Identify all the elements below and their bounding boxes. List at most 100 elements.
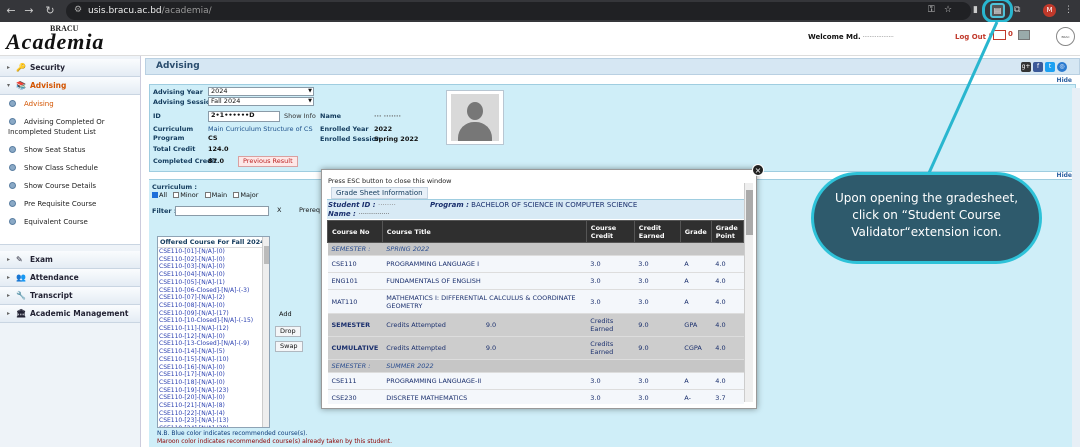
course-option[interactable]: CSE110-[13-Closed]-[N/A]-(-9) xyxy=(158,340,269,348)
sidebar-section-attendance[interactable]: ▸ 👥 Attendance xyxy=(0,269,140,287)
credits-attempted-value: 9.0 xyxy=(485,321,497,329)
course-option[interactable]: CSE110-[19]-[N/A]-(23) xyxy=(158,387,269,395)
advising-year-select[interactable]: 2024 ▼ xyxy=(208,87,314,96)
hide-link-2[interactable]: Hide xyxy=(1057,172,1072,179)
sidebar-item-class-schedule[interactable]: Show Class Schedule xyxy=(0,159,140,177)
show-info-link[interactable]: Show Info xyxy=(284,112,316,120)
add-button[interactable]: Add xyxy=(275,310,296,321)
facebook-icon[interactable]: f xyxy=(1033,62,1043,72)
site-info-icon[interactable]: ⚙ xyxy=(74,5,82,15)
reload-icon[interactable]: ↻ xyxy=(43,4,57,18)
grade-sheet-tab[interactable]: Grade Sheet Information xyxy=(331,187,428,199)
grade-sheet-table: Course No Course Title Course Credit Cre… xyxy=(327,220,744,404)
course-option[interactable]: CSE110-[17]-[N/A]-(0) xyxy=(158,371,269,379)
address-bar[interactable]: ⚙ usis.bracu.ac.bd/academia/ xyxy=(66,2,971,20)
extension-icon[interactable]: ▮ xyxy=(973,5,978,15)
back-icon[interactable]: ← xyxy=(4,4,18,18)
swap-button[interactable]: Swap xyxy=(275,341,303,352)
course-option[interactable]: CSE110-[08]-[N/A]-(0) xyxy=(158,302,269,310)
download-icon[interactable] xyxy=(1018,30,1030,40)
summary-type: CUMULATIVE xyxy=(327,336,383,360)
chevron-down-icon: ▾ xyxy=(7,82,11,89)
sidebar-item-equivalent[interactable]: Equivalent Course xyxy=(0,213,140,231)
page-title: Advising xyxy=(156,61,200,71)
course-option[interactable]: CSE110-[07]-[N/A]-(2) xyxy=(158,294,269,302)
kebab-menu-icon[interactable]: ⋮ xyxy=(1064,5,1073,15)
filter-input[interactable] xyxy=(175,206,269,216)
course-option[interactable]: CSE110-[02]-[N/A]-(0) xyxy=(158,256,269,264)
sidebar-section-security[interactable]: ▸ 🔑 Security xyxy=(0,59,140,77)
sidebar-item-advising-completed[interactable]: Advising Completed Or Incompleted Studen… xyxy=(0,113,140,141)
social-links: g+ f t ◎ xyxy=(1019,62,1067,72)
forward-icon[interactable]: → xyxy=(22,4,36,18)
course-option[interactable]: CSE110-[11]-[N/A]-(12) xyxy=(158,325,269,333)
close-icon[interactable]: × xyxy=(752,164,764,176)
previous-result-button[interactable]: Previous Result xyxy=(238,156,298,167)
major-checkbox[interactable] xyxy=(233,192,240,198)
sidebar-item-seat-status[interactable]: Show Seat Status xyxy=(0,141,140,159)
course-option[interactable]: CSE110-[23]-[N/A]-(13) xyxy=(158,417,269,425)
password-key-icon[interactable]: ⚿ xyxy=(928,5,935,15)
welcome-text: Welcome Md. ·················· xyxy=(808,33,894,41)
course-option[interactable]: CSE110-[20]-[N/A]-(0) xyxy=(158,394,269,402)
course-option[interactable]: CSE110-[22]-[N/A]-(4) xyxy=(158,410,269,418)
sidebar-section-transcript[interactable]: ▸ 🔧 Transcript xyxy=(0,287,140,305)
course-option[interactable]: CSE110-[04]-[N/A]-(0) xyxy=(158,271,269,279)
course-option[interactable]: CSE110-[14]-[N/A]-(5) xyxy=(158,348,269,356)
course-option[interactable]: CSE110-[24]-[N/A]-(38) xyxy=(158,425,269,427)
bookmark-star-icon[interactable]: ☆ xyxy=(944,5,952,15)
popup-scrollbar[interactable] xyxy=(744,183,753,402)
course-option[interactable]: CSE110-[03]-[N/A]-(0) xyxy=(158,263,269,271)
offered-course-list[interactable]: Offered Course For Fall 2024 CSE110-[01]… xyxy=(157,236,270,428)
chevron-right-icon: ▸ xyxy=(7,310,11,317)
sidebar-item-advising[interactable]: Advising xyxy=(0,95,140,113)
mail-icon[interactable] xyxy=(993,30,1006,40)
prereq-button[interactable]: Prereq xyxy=(295,206,324,217)
all-checkbox[interactable] xyxy=(152,192,158,198)
credit-earned: 3.0 xyxy=(634,372,681,390)
globe-icon[interactable]: ◎ xyxy=(1057,62,1067,72)
course-option[interactable]: CSE110-[21]-[N/A]-(8) xyxy=(158,402,269,410)
main-checkbox[interactable] xyxy=(204,192,211,198)
clear-filter-button[interactable]: X xyxy=(273,206,285,217)
sidebar-section-advising[interactable]: ▾ 📚 Advising xyxy=(0,77,140,95)
course-option[interactable]: CSE110-[10-Closed]-[N/A]-(-15) xyxy=(158,317,269,325)
gpa-value: 4.0 xyxy=(711,313,744,337)
course-option[interactable]: CSE110-[01]-[N/A]-(0) xyxy=(158,248,269,256)
sidebar-section-exam[interactable]: ▸ ✎ Exam xyxy=(0,251,140,269)
program-info: Program : BACHELOR OF SCIENCE IN COMPUTE… xyxy=(430,201,638,209)
sidebar-section-academic-management[interactable]: ▸ 🏛 Academic Management xyxy=(0,305,140,323)
credits-earned-label: Credits Earned xyxy=(586,336,635,360)
google-plus-icon[interactable]: g+ xyxy=(1021,62,1031,72)
id-input[interactable]: 2•1••••••D xyxy=(208,111,280,122)
minor-checkbox[interactable] xyxy=(173,192,180,198)
books-icon: 📚 xyxy=(16,81,26,90)
academia-logo[interactable]: BRACU Academia xyxy=(6,24,148,54)
course-option[interactable]: CSE110-[18]-[N/A]-(0) xyxy=(158,379,269,387)
course-no: ENG101 xyxy=(327,272,383,290)
hide-link[interactable]: Hide xyxy=(1057,77,1072,84)
sidebar-item-course-details[interactable]: Show Course Details xyxy=(0,177,140,195)
profile-avatar[interactable]: M xyxy=(1043,4,1056,17)
sidebar-item-prerequisite[interactable]: Pre Requisite Course xyxy=(0,195,140,213)
tools-icon: 🔧 xyxy=(16,291,26,300)
course-option[interactable]: CSE110-[09]-[N/A]-(17) xyxy=(158,310,269,318)
university-seal-icon: BRAC xyxy=(1056,27,1075,46)
course-list-scrollbar[interactable] xyxy=(262,237,269,427)
dropdown-arrow-icon: ▼ xyxy=(308,98,312,104)
logout-link[interactable]: Log Out | xyxy=(955,33,991,41)
course-option[interactable]: CSE110-[15]-[N/A]-(10) xyxy=(158,356,269,364)
student-name: Name : ················ xyxy=(328,210,390,218)
gpa-label: CGPA xyxy=(680,336,712,360)
grade-point: 4.0 xyxy=(711,372,744,390)
twitter-icon[interactable]: t xyxy=(1045,62,1055,72)
course-option[interactable]: CSE110-[05]-[N/A]-(1) xyxy=(158,279,269,287)
course-option[interactable]: CSE110-[06-Closed]-[N/A]-(-3) xyxy=(158,287,269,295)
advising-session-select[interactable]: Fall 2024 ▼ xyxy=(208,97,314,106)
puzzle-extensions-icon[interactable]: ⧉ xyxy=(1014,5,1020,15)
drop-button[interactable]: Drop xyxy=(275,326,301,337)
course-option[interactable]: CSE110-[16]-[N/A]-(0) xyxy=(158,364,269,372)
id-label: ID xyxy=(153,112,161,120)
course-option[interactable]: CSE110-[12]-[N/A]-(0) xyxy=(158,333,269,341)
student-info-row: Student ID : ········ Name : ···········… xyxy=(327,200,744,219)
